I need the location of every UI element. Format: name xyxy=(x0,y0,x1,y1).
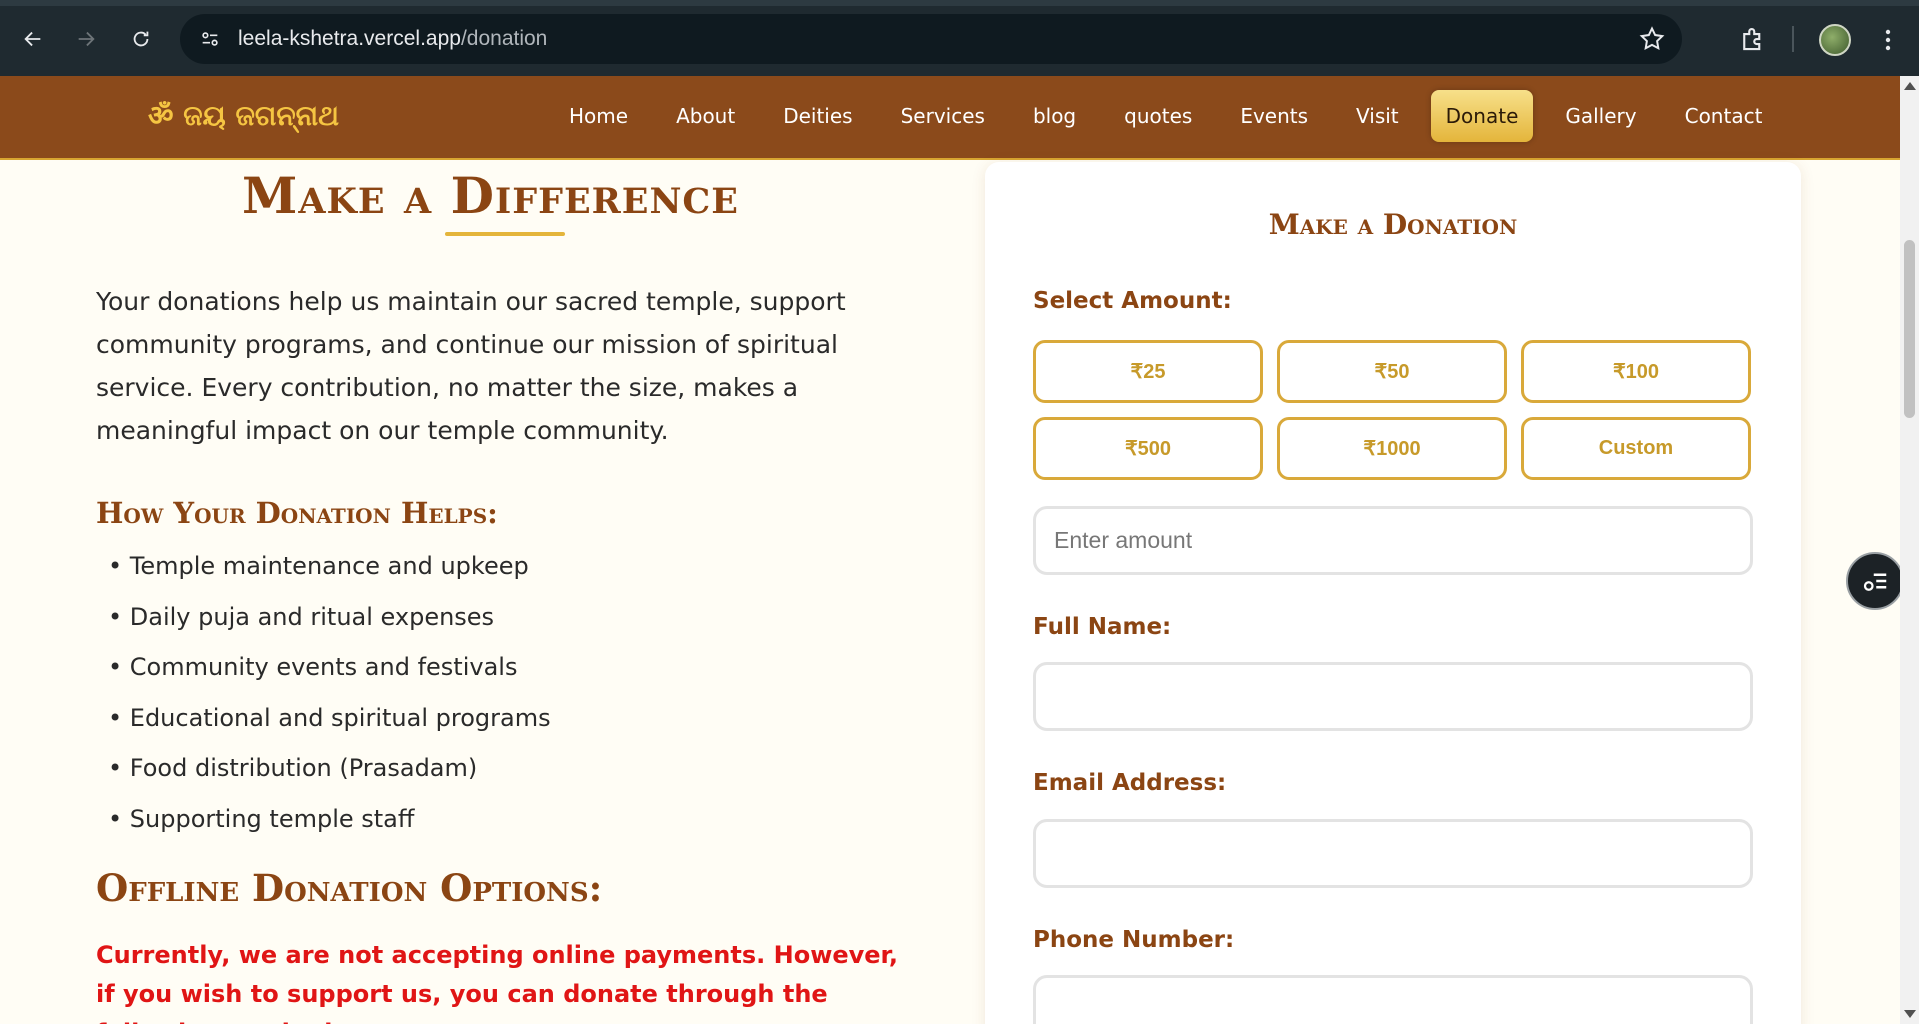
main-nav: Home About Deities Services blog quotes … xyxy=(545,90,1786,142)
list-item: • Educational and spiritual programs xyxy=(108,703,551,732)
site-info-icon[interactable] xyxy=(196,25,224,53)
nav-visit[interactable]: Visit xyxy=(1332,90,1423,142)
nav-donate[interactable]: Donate xyxy=(1430,90,1534,142)
amount-button-500[interactable]: ₹500 xyxy=(1033,417,1263,480)
amount-options: ₹25 ₹50 ₹100 ₹500 ₹1000 Custom xyxy=(1033,340,1753,480)
site-header: ॐ ଜୟ ଜଗନ୍ନାଥ Home About Deities Services… xyxy=(0,76,1900,160)
amount-button-50[interactable]: ₹50 xyxy=(1277,340,1507,403)
list-item: • Food distribution (Prasadam) xyxy=(108,754,478,782)
intro-paragraph: Your donations help us maintain our sacr… xyxy=(96,287,846,445)
list-item: • Community events and festivals xyxy=(108,653,518,681)
full-name-label: Full Name: xyxy=(1033,614,1172,640)
nav-deities[interactable]: Deities xyxy=(759,90,876,142)
select-amount-label: Select Amount: xyxy=(1033,288,1232,314)
profile-avatar[interactable] xyxy=(1819,24,1851,56)
address-bar[interactable]: leela-kshetra.vercel.app/donation xyxy=(180,14,1682,64)
offline-heading: Offline Donation Options: xyxy=(96,866,603,910)
list-item: • Daily puja and ritual expenses xyxy=(108,602,495,631)
amount-button-custom[interactable]: Custom xyxy=(1521,417,1751,480)
amount-button-25[interactable]: ₹25 xyxy=(1033,340,1263,403)
phone-label: Phone Number: xyxy=(1033,927,1235,953)
url-path: /donation xyxy=(460,27,548,50)
email-field[interactable] xyxy=(1033,819,1753,888)
nav-gallery[interactable]: Gallery xyxy=(1541,90,1660,142)
scrollbar-thumb[interactable] xyxy=(1904,240,1915,418)
email-label: Email Address: xyxy=(1033,770,1227,796)
nav-services[interactable]: Services xyxy=(877,90,1009,142)
reading-list-icon[interactable] xyxy=(1846,552,1904,610)
list-item: • Supporting temple staff xyxy=(108,804,415,833)
scroll-up-icon[interactable] xyxy=(1904,82,1916,90)
tab-strip xyxy=(0,0,1919,6)
nav-contact[interactable]: Contact xyxy=(1661,90,1787,142)
forward-icon[interactable] xyxy=(69,22,103,56)
nav-events[interactable]: Events xyxy=(1216,90,1332,142)
full-name-field[interactable] xyxy=(1033,662,1753,731)
nav-blog[interactable]: blog xyxy=(1009,90,1100,142)
amount-input[interactable]: Enter amount xyxy=(1033,506,1753,575)
back-icon[interactable] xyxy=(16,22,50,56)
nav-home[interactable]: Home xyxy=(545,90,652,142)
url-text: leela-kshetra.vercel.app/donation xyxy=(238,27,547,51)
form-title: Make a Donation xyxy=(1268,208,1518,241)
site-logo[interactable]: ॐ ଜୟ ଜଗନ୍ନାଥ xyxy=(148,96,339,134)
helps-heading: How Your Donation Helps: xyxy=(96,496,498,530)
menu-kebab-icon[interactable] xyxy=(1876,24,1900,56)
amount-button-100[interactable]: ₹100 xyxy=(1521,340,1751,403)
page-title: Make a Difference xyxy=(242,166,739,225)
phone-field[interactable] xyxy=(1033,975,1753,1024)
payment-notice: Currently, we are not accepting online p… xyxy=(96,941,898,1024)
scroll-down-icon[interactable] xyxy=(1904,1010,1916,1018)
bookmark-star-icon[interactable] xyxy=(1638,25,1666,53)
donation-form-card: Make a Donation Select Amount: ₹25 ₹50 ₹… xyxy=(985,162,1801,1024)
reload-icon[interactable] xyxy=(124,22,158,56)
list-item: • Temple maintenance and upkeep xyxy=(108,552,529,580)
url-domain: leela-kshetra.vercel.app xyxy=(238,27,461,50)
nav-about[interactable]: About xyxy=(652,90,759,142)
nav-quotes[interactable]: quotes xyxy=(1100,90,1216,142)
helps-list: • Temple maintenance and upkeep • Daily … xyxy=(108,552,551,855)
extensions-icon[interactable] xyxy=(1738,24,1768,54)
title-underline xyxy=(445,232,565,236)
amount-button-1000[interactable]: ₹1000 xyxy=(1277,417,1507,480)
page-scrollbar[interactable] xyxy=(1900,76,1919,1024)
browser-toolbar: leela-kshetra.vercel.app/donation xyxy=(0,0,1919,76)
toolbar-divider xyxy=(1792,26,1794,52)
